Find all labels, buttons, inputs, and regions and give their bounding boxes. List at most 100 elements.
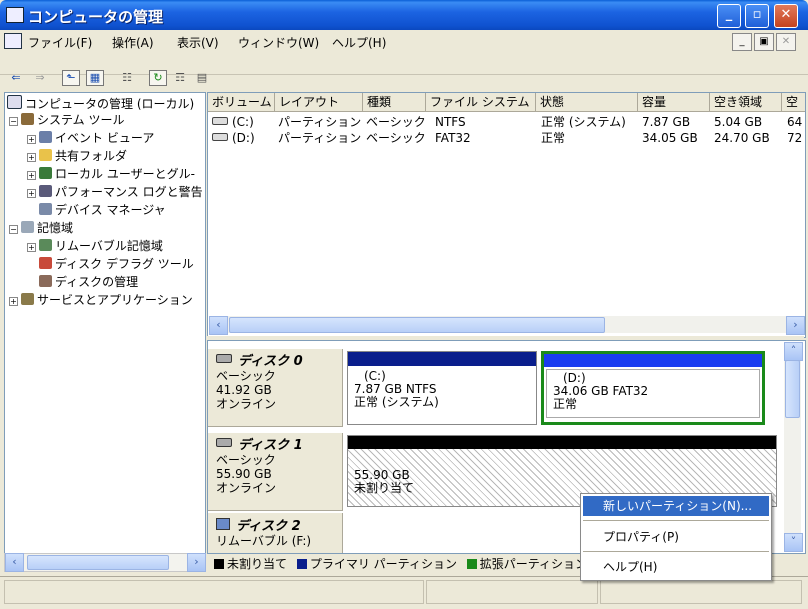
expand-toggle-icon[interactable]: + [9, 297, 18, 306]
cell-free-pct: 72 [787, 131, 803, 145]
expand-toggle-icon[interactable]: + [27, 171, 36, 180]
tree-pane: コンピュータの管理 (ローカル) − システム ツール + イベント ビューア … [4, 92, 206, 554]
forward-arrow-icon[interactable]: ⇒ [30, 70, 50, 86]
properties-icon[interactable]: ☷ [117, 70, 137, 86]
users-icon [39, 167, 52, 179]
close-button[interactable]: ✕ [774, 4, 798, 28]
partition-c[interactable]: (C:) 7.87 GB NTFS 正常 (システム) [347, 351, 537, 425]
menu-view[interactable]: 表示(V) [177, 34, 219, 51]
scroll-right-icon[interactable]: › [187, 553, 206, 572]
column-header-free-pct[interactable]: 空 [782, 93, 805, 112]
menu-file[interactable]: ファイル(F) [28, 34, 92, 51]
tree-item-local-users[interactable]: ローカル ユーザーとグル- [39, 166, 195, 183]
refresh-icon[interactable]: ↻ [149, 70, 167, 86]
expand-toggle-icon[interactable]: + [27, 153, 36, 162]
disk-management-icon [39, 275, 52, 287]
mdi-minimize-button[interactable]: _ [732, 33, 752, 51]
menu-window[interactable]: ウィンドウ(W) [238, 34, 319, 51]
defrag-icon [39, 257, 52, 269]
expand-toggle-icon[interactable]: + [27, 243, 36, 252]
scroll-down-icon[interactable]: ˅ [784, 533, 803, 552]
tree-item-removable-storage[interactable]: リムーバブル記憶域 [39, 238, 163, 255]
cell-free: 24.70 GB [714, 131, 770, 145]
tree-item-disk-management[interactable]: ディスクの管理 [39, 274, 138, 291]
cell-volume: (C:) [232, 115, 254, 129]
menu-item-new-partition[interactable]: 新しいパーティション(N)... [583, 496, 769, 516]
column-header-filesystem[interactable]: ファイル システム [426, 93, 536, 112]
show-tree-icon[interactable]: ▦ [86, 70, 104, 86]
scroll-left-icon[interactable]: ‹ [209, 316, 228, 335]
list-horizontal-scrollbar[interactable]: ‹ › [209, 316, 805, 335]
storage-icon [21, 221, 34, 233]
scroll-thumb[interactable] [229, 317, 605, 333]
disk-0-label[interactable]: ディスク 0 ベーシック 41.92 GB オンライン [208, 349, 343, 427]
tree-item-event-viewer[interactable]: イベント ビューア [39, 130, 154, 147]
menu-item-properties[interactable]: プロパティ(P) [583, 527, 769, 547]
column-header-type[interactable]: 種類 [363, 93, 426, 112]
scroll-thumb[interactable] [27, 555, 169, 570]
cell-layout: パーティション [278, 115, 362, 129]
mdi-close-button[interactable]: ✕ [776, 33, 796, 51]
disk-1-label[interactable]: ディスク 1 ベーシック 55.90 GB オンライン [208, 433, 343, 511]
tree-item-services-apps[interactable]: サービスとアプリケーション [21, 292, 193, 309]
column-header-status[interactable]: 状態 [536, 93, 638, 112]
tree-item-storage[interactable]: 記憶域 [21, 220, 73, 237]
status-segment [600, 580, 802, 604]
maximize-button[interactable]: ▫ [745, 4, 769, 28]
scroll-up-icon[interactable]: ˄ [784, 342, 803, 361]
scroll-right-icon[interactable]: › [786, 316, 805, 335]
help-icon[interactable]: ▤ [192, 70, 212, 86]
services-icon [21, 293, 34, 305]
menu-item-help[interactable]: ヘルプ(H) [583, 557, 769, 577]
tree-item-defrag[interactable]: ディスク デフラグ ツール [39, 256, 194, 273]
partition-d[interactable]: (D:) 34.06 GB FAT32 正常 [541, 351, 765, 425]
partition-legend: 未割り当て プライマリ パーティション 拡張パーティション [212, 556, 587, 572]
tree-item-performance[interactable]: パフォーマンス ログと警告 [39, 184, 203, 201]
column-header-free[interactable]: 空き領域 [710, 93, 782, 112]
expand-toggle-icon[interactable]: + [27, 189, 36, 198]
tree-item-root[interactable]: コンピュータの管理 (ローカル) [7, 95, 194, 112]
cell-fs: NTFS [435, 115, 466, 129]
column-header-volume[interactable]: ボリューム [208, 93, 275, 112]
app-menu-icon[interactable] [4, 33, 22, 49]
cell-status: 正常 [541, 131, 566, 145]
collapse-toggle-icon[interactable]: − [9, 117, 18, 126]
tree-item-device-manager[interactable]: デバイス マネージャ [39, 202, 166, 219]
menu-bar: ファイル(F) 操作(A) 表示(V) ウィンドウ(W) ヘルプ(H) _ ▣ … [0, 30, 808, 53]
volume-list: ボリューム レイアウト 種類 ファイル システム 状態 容量 空き領域 空 (C… [207, 92, 806, 338]
tree-item-shared-folders[interactable]: 共有フォルダ [39, 148, 127, 165]
menu-help[interactable]: ヘルプ(H) [332, 34, 386, 51]
back-arrow-icon[interactable]: ⇐ [6, 70, 26, 86]
cell-free-pct: 64 [787, 115, 803, 129]
collapse-toggle-icon[interactable]: − [9, 225, 18, 234]
status-segment [426, 580, 598, 604]
cell-status: 正常 (システム) [541, 115, 626, 129]
export-icon[interactable]: ☶ [170, 70, 190, 86]
performance-icon [39, 185, 52, 197]
tree-horizontal-scrollbar[interactable]: ‹ › [4, 553, 206, 572]
partition-bar [348, 352, 536, 366]
computer-management-icon [6, 7, 24, 23]
device-manager-icon [39, 203, 52, 215]
disk-vertical-scrollbar[interactable]: ˄ ˅ [784, 342, 803, 552]
cell-fs: FAT32 [435, 131, 471, 145]
disk-2-label[interactable]: ディスク 2 リムーバブル (F:) [208, 513, 343, 553]
menu-action[interactable]: 操作(A) [112, 34, 154, 51]
legend-swatch [214, 559, 224, 569]
column-header-capacity[interactable]: 容量 [638, 93, 710, 112]
shared-folder-icon [39, 149, 52, 161]
event-viewer-icon [39, 131, 52, 143]
column-header-layout[interactable]: レイアウト [275, 93, 363, 112]
up-folder-icon[interactable]: ⬑ [62, 70, 80, 86]
mdi-restore-button[interactable]: ▣ [754, 33, 774, 51]
minimize-button[interactable]: _ [717, 4, 741, 28]
expand-toggle-icon[interactable]: + [27, 135, 36, 144]
tree-item-system-tools[interactable]: システム ツール [21, 112, 124, 129]
scroll-thumb[interactable] [785, 360, 800, 418]
context-menu: 新しいパーティション(N)... プロパティ(P) ヘルプ(H) [580, 493, 772, 581]
cell-capacity: 34.05 GB [642, 131, 698, 145]
legend-swatch [296, 559, 307, 569]
scroll-left-icon[interactable]: ‹ [5, 553, 24, 572]
cell-type: ベーシック [366, 131, 426, 145]
cell-volume: (D:) [232, 131, 255, 145]
